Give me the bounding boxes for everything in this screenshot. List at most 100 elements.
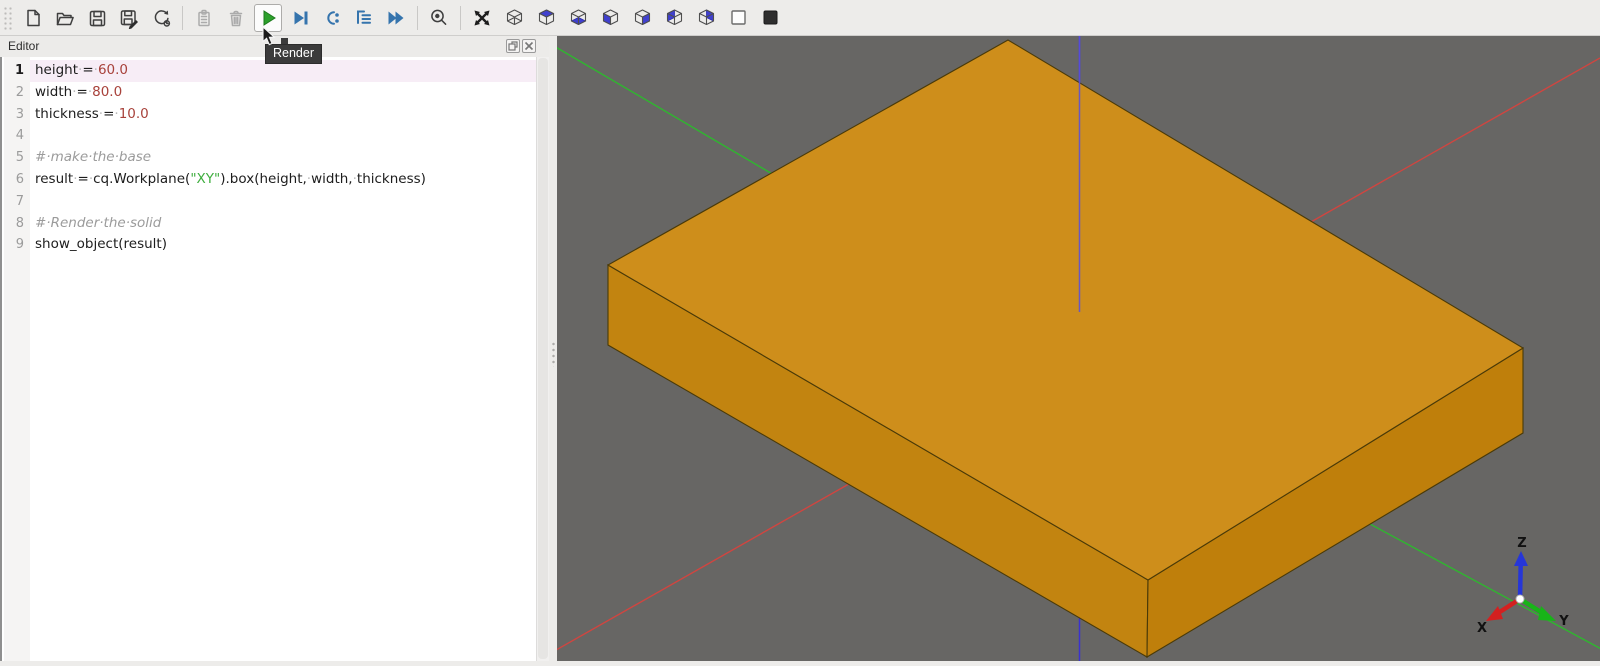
render-tooltip: Render (265, 44, 322, 64)
magnifier-icon (431, 9, 447, 25)
continue-icon (388, 11, 404, 24)
view-top-icon (538, 9, 554, 26)
toolbar-separator (460, 5, 461, 30)
shaded-icon (763, 10, 777, 25)
triad-origin-dot (1515, 594, 1525, 604)
code-token: = (77, 170, 89, 187)
line-number[interactable]: 2 (4, 82, 30, 104)
save-button[interactable] (83, 4, 111, 32)
code-editor[interactable]: 123456789 height·=·60.0 width·=·80.0 thick… (0, 57, 536, 661)
view-back-icon (634, 9, 650, 26)
trash-icon (229, 10, 243, 26)
toolbar-drag-handle[interactable] (3, 5, 13, 30)
code-token: thickness) (356, 170, 426, 187)
view-iso-icon (506, 9, 522, 26)
view-bottom-button[interactable] (564, 4, 592, 32)
code-line[interactable]: show_object(result) (30, 234, 536, 256)
toolbar-separator (417, 5, 418, 30)
code-token: 60.0 (97, 62, 128, 78)
code-line[interactable]: result·=·cq.Workplane("XY").box(height,·… (30, 169, 536, 191)
debug-play-icon (294, 11, 308, 24)
code-line[interactable] (30, 191, 536, 213)
triad-y-label: Y (1558, 614, 1569, 629)
main-toolbar (0, 0, 1600, 36)
continue-button[interactable] (382, 4, 410, 32)
fit-view-button[interactable] (468, 4, 496, 32)
code-line[interactable]: #·make·the·base (30, 147, 536, 169)
code-token: result (35, 170, 74, 187)
step-into-button[interactable] (350, 4, 378, 32)
triad-z-arrow (1517, 563, 1523, 600)
line-number[interactable]: 7 (4, 191, 30, 213)
mouse-cursor (262, 26, 276, 46)
step-over-icon (327, 10, 339, 25)
editor-scrollbar[interactable] (536, 57, 549, 661)
view-top-button[interactable] (532, 4, 560, 32)
reload-button[interactable] (147, 4, 175, 32)
save-icon (89, 10, 106, 26)
code-lines[interactable]: height·=·60.0 width·=·80.0 thickness·=·10.… (30, 60, 536, 256)
triad-x-label: X (1477, 621, 1487, 636)
editor-dock: Editor 123456789 height·=·60.0 width·=·80… (0, 36, 549, 661)
line-number[interactable]: 8 (4, 213, 30, 235)
view-left-icon (666, 9, 682, 26)
line-number[interactable]: 1 (4, 60, 30, 82)
float-icon (508, 41, 518, 51)
view-right-button[interactable] (692, 4, 720, 32)
code-token: #·Render·the·solid (35, 214, 162, 231)
editor-float-button[interactable] (506, 39, 520, 53)
copy-icon (198, 9, 210, 26)
shaded-button[interactable] (756, 4, 784, 32)
gutter[interactable]: 123456789 (4, 60, 30, 256)
view-front-button[interactable] (596, 4, 624, 32)
editor-scrollbar-thumb[interactable] (538, 58, 548, 659)
toolbar-separator (182, 5, 183, 30)
triad-z-label: Z (1517, 536, 1526, 551)
line-number[interactable]: 4 (4, 125, 30, 147)
code-token: show_object(result) (35, 236, 167, 253)
code-token: 80.0 (92, 83, 123, 100)
code-token: 10.0 (118, 105, 149, 122)
code-token: = (76, 83, 88, 100)
code-token: width (35, 83, 73, 100)
view-iso-button[interactable] (500, 4, 528, 32)
copy-button[interactable] (190, 4, 218, 32)
view-back-button[interactable] (628, 4, 656, 32)
panel-splitter[interactable] (549, 36, 557, 661)
editor-title: Editor (8, 39, 40, 53)
view-right-icon (698, 9, 714, 26)
close-icon (524, 41, 534, 51)
code-line[interactable]: width·=·80.0 (30, 82, 536, 104)
fit-view-icon (474, 10, 490, 25)
save-as-button[interactable] (115, 4, 143, 32)
code-token: = (82, 62, 94, 78)
code-line[interactable] (30, 125, 536, 147)
code-token: ).box(height, (220, 170, 307, 187)
3d-viewport[interactable]: X Y Z (541, 36, 1600, 661)
magnifier-button[interactable] (425, 4, 453, 32)
debug-button[interactable] (286, 4, 314, 32)
code-token: #·make·the·base (35, 149, 152, 166)
view-bottom-icon (570, 9, 586, 26)
view-front-icon (602, 9, 618, 26)
editor-close-button[interactable] (522, 39, 536, 53)
step-over-button[interactable] (318, 4, 346, 32)
code-token: thickness (35, 105, 99, 122)
open-file-button[interactable] (51, 4, 79, 32)
code-token: width, (311, 170, 353, 187)
wireframe-button[interactable] (724, 4, 752, 32)
new-file-button[interactable] (19, 4, 47, 32)
open-folder-icon (56, 12, 74, 25)
code-token: "XY" (190, 170, 221, 187)
scene[interactable]: X Y Z (541, 36, 1600, 661)
view-left-button[interactable] (660, 4, 688, 32)
delete-button[interactable] (222, 4, 250, 32)
code-line[interactable]: thickness·=·10.0 (30, 104, 536, 126)
line-number[interactable]: 9 (4, 234, 30, 256)
save-as-icon (120, 9, 138, 29)
code-line[interactable]: #·Render·the·solid (30, 213, 536, 235)
line-number[interactable]: 3 (4, 104, 30, 126)
splitter-grip (551, 341, 555, 367)
line-number[interactable]: 5 (4, 147, 30, 169)
line-number[interactable]: 6 (4, 169, 30, 191)
